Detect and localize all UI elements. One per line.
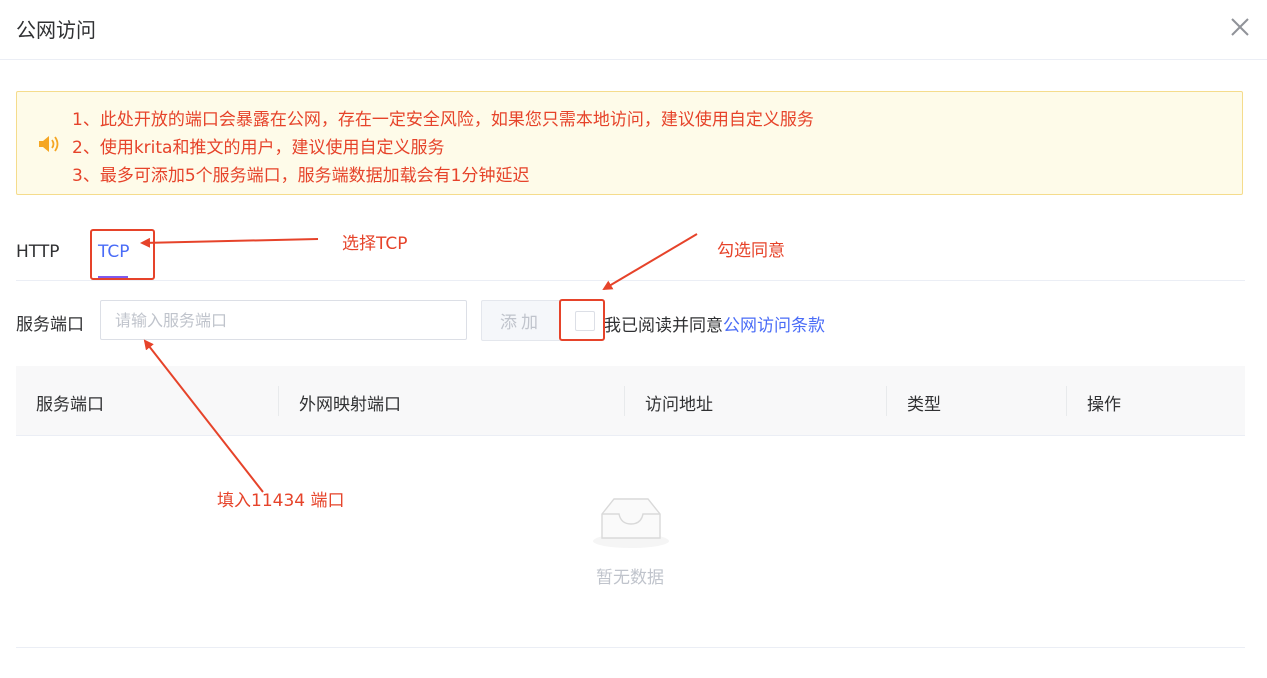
annotation-select-tcp: 选择TCP (342, 234, 408, 254)
highlight-tcp-tab (90, 229, 155, 280)
annotation-fill-port: 填入11434 端口 (217, 491, 345, 511)
highlight-checkbox (559, 299, 605, 341)
annotation-overlay (90, 229, 698, 493)
arrow-to-checkbox (602, 233, 698, 291)
annotation-check-agree: 勾选同意 (717, 241, 785, 261)
arrow-to-input (143, 339, 264, 493)
arrow-to-tcp (140, 237, 319, 248)
